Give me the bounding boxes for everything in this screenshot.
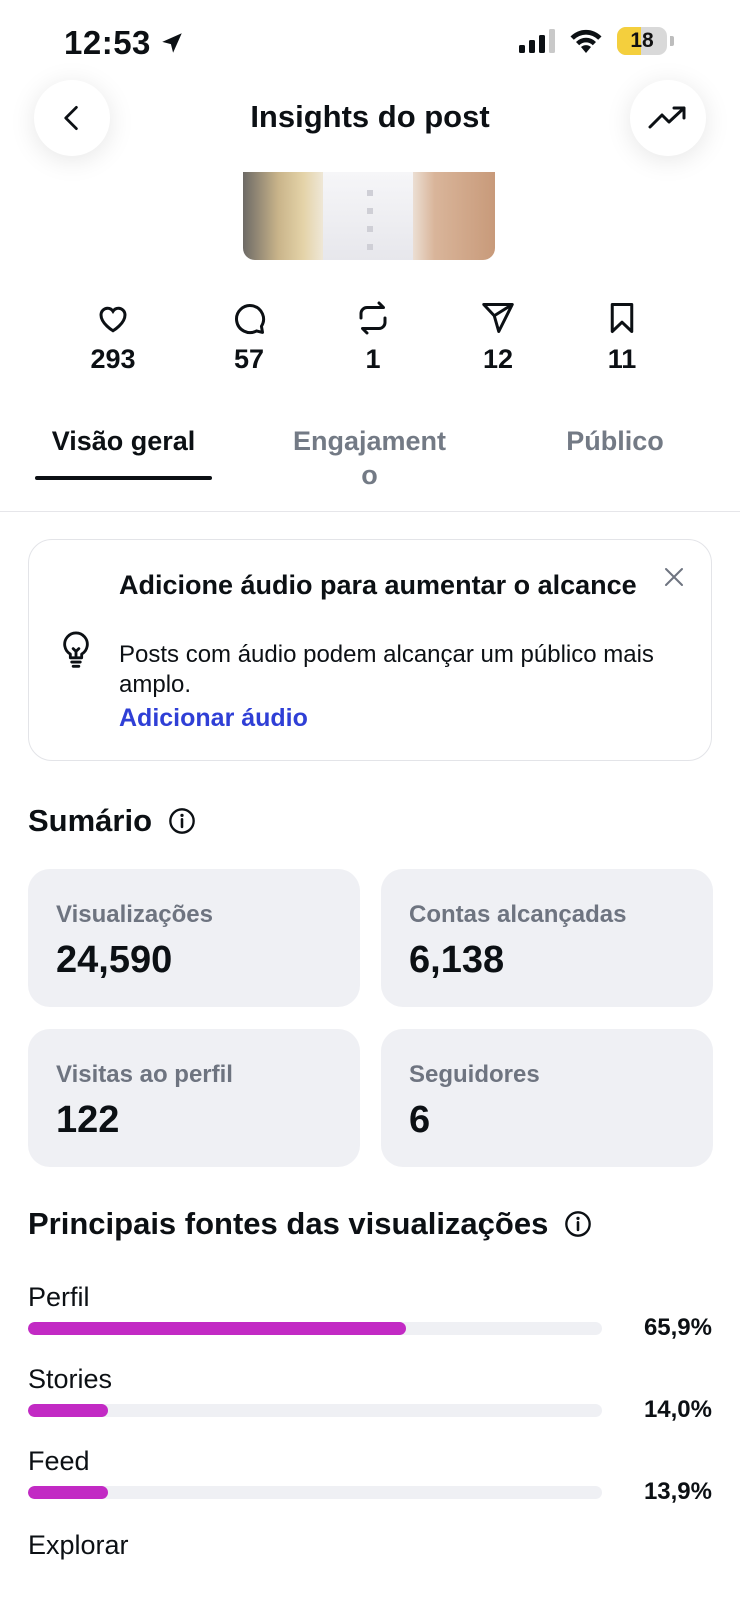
comments-count: 57 (233, 344, 265, 374)
source-row-explore: Explorar (28, 1530, 712, 1560)
clock: 12:53 (64, 24, 151, 61)
info-icon[interactable] (564, 1210, 592, 1238)
status-bar: 12:53 18 (0, 0, 740, 88)
stat-value: 24,590 (56, 939, 173, 981)
close-icon[interactable] (663, 566, 685, 588)
repost-icon (359, 301, 387, 335)
source-row-feed: Feed 13,9% (28, 1446, 712, 1522)
views-stat[interactable]: Visualizações 24,590 (28, 869, 360, 1007)
reposts-metric: 1 (323, 300, 423, 375)
source-bar-track (28, 1322, 602, 1335)
stat-value: 122 (56, 1099, 120, 1141)
summary-title: Sumário (28, 803, 153, 838)
source-bar (28, 1404, 109, 1417)
tab-overview[interactable]: Visão geral (35, 424, 212, 458)
likes-metric: 293 (63, 300, 163, 375)
location-arrow-icon (162, 33, 182, 53)
sources-heading: Principais fontes das visualizações (28, 1206, 592, 1242)
reposts-count: 1 (365, 344, 381, 374)
source-bar (28, 1486, 108, 1499)
wifi-icon (570, 29, 602, 53)
send-icon (482, 303, 514, 333)
source-name: Feed (28, 1446, 90, 1476)
battery-icon: 18 (617, 27, 667, 55)
page-title: Insights do post (250, 99, 490, 134)
comments-metric: 57 (199, 300, 299, 375)
battery-tip (670, 36, 674, 46)
saves-metric: 11 (572, 300, 672, 375)
source-bar (28, 1322, 407, 1335)
active-tab-indicator (35, 476, 212, 480)
source-row-stories: Stories 14,0% (28, 1364, 712, 1440)
stat-label: Contas alcançadas (409, 901, 627, 928)
trending-button[interactable] (630, 80, 706, 156)
status-icons: 18 (519, 27, 674, 55)
header: Insights do post (0, 80, 740, 160)
stat-label: Visualizações (56, 901, 213, 928)
add-audio-link[interactable]: Adicionar áudio (119, 704, 308, 733)
stat-value: 6 (409, 1099, 431, 1141)
tab-engagement[interactable]: Engajament o (282, 424, 457, 492)
bookmark-icon (610, 303, 634, 333)
source-row-profile: Perfil 65,9% (28, 1282, 712, 1358)
tab-bar: Visão geral Engajament o Público (0, 420, 740, 512)
source-name: Stories (28, 1364, 113, 1394)
card-title: Adicione áudio para aumentar o alcance (119, 570, 637, 600)
shares-metric: 12 (448, 300, 548, 375)
likes-count: 293 (90, 344, 136, 374)
profile-visits-stat[interactable]: Visitas ao perfil 122 (28, 1029, 360, 1167)
card-body: Posts com áudio podem alcançar um públic… (119, 641, 654, 698)
thumbnail-buttons (367, 190, 373, 250)
engagement-metrics: 293 57 1 12 11 (50, 300, 690, 390)
followers-stat[interactable]: Seguidores 6 (381, 1029, 713, 1167)
trending-up-icon (648, 106, 686, 129)
source-percent: 65,9% (643, 1314, 712, 1341)
shares-count: 12 (482, 344, 514, 374)
source-percent: 13,9% (643, 1478, 712, 1505)
stat-label: Visitas ao perfil (56, 1061, 233, 1088)
stat-label: Seguidores (409, 1061, 540, 1088)
heart-icon (99, 306, 127, 333)
status-time: 12:53 (64, 24, 185, 62)
source-bar-track (28, 1486, 602, 1499)
source-percent: 14,0% (643, 1396, 712, 1423)
info-icon[interactable] (168, 807, 196, 835)
tab-audience[interactable]: Público (540, 424, 690, 458)
summary-heading: Sumário (28, 803, 196, 839)
saves-count: 11 (607, 344, 637, 374)
sources-title: Principais fontes das visualizações (28, 1206, 549, 1241)
battery-level: 18 (630, 29, 654, 52)
source-bar-track (28, 1404, 602, 1417)
signal-icon (519, 29, 555, 53)
post-thumbnail[interactable] (243, 172, 495, 260)
comment-icon (235, 304, 265, 335)
source-name: Explorar (28, 1530, 129, 1560)
lightbulb-icon (63, 631, 89, 668)
source-name: Perfil (28, 1282, 90, 1312)
accounts-reached-stat[interactable]: Contas alcançadas 6,138 (381, 869, 713, 1007)
stat-value: 6,138 (409, 939, 505, 981)
audio-suggestion-card: Adicione áudio para aumentar o alcance P… (28, 539, 712, 761)
